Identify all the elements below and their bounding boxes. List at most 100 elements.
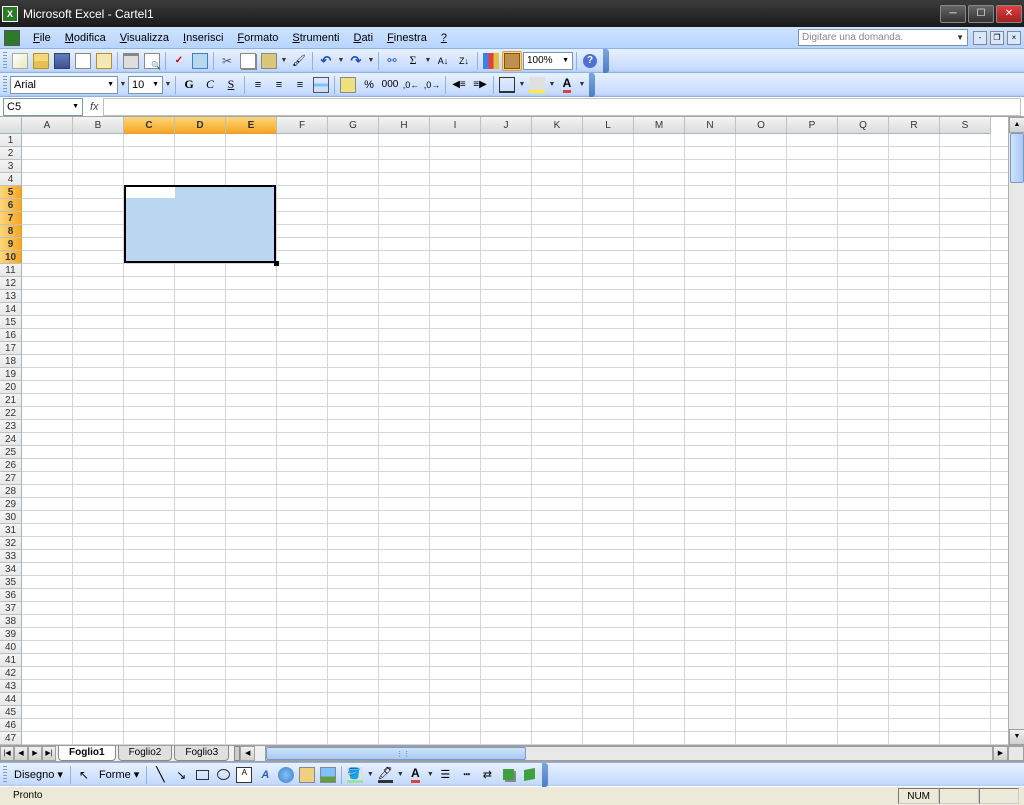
menu-strumenti[interactable]: Strumenti [285,30,346,46]
mdi-restore[interactable]: ❐ [990,31,1004,45]
autoshapes-menu[interactable]: Forme ▾ [95,766,143,783]
col-header-O[interactable]: O [736,117,787,134]
increase-indent-button[interactable]: ≡▶ [470,75,490,95]
3d-button[interactable] [519,765,539,785]
cell-row[interactable] [22,277,1008,290]
menu-visualizza[interactable]: Visualizza [113,30,176,46]
cell-row[interactable] [22,303,1008,316]
row-header-45[interactable]: 45 [0,706,22,719]
underline-button[interactable]: S [221,75,241,95]
menu-finestra[interactable]: Finestra [380,30,434,46]
zoom-box[interactable]: 100%▼ [523,52,573,70]
horizontal-scrollbar[interactable]: ⋮⋮ [265,746,993,761]
autosum-dropdown[interactable]: ▼ [424,57,432,64]
cell-row[interactable] [22,511,1008,524]
row-header-24[interactable]: 24 [0,433,22,446]
insert-picture-button[interactable] [318,765,338,785]
undo-button[interactable]: ↶ [316,51,336,71]
name-box[interactable]: C5▼ [3,98,83,116]
arrow-style-button[interactable]: ⇄ [477,765,497,785]
cell-row[interactable] [22,498,1008,511]
font-color-dropdown[interactable]: ▼ [578,81,586,88]
clipart-button[interactable] [297,765,317,785]
redo-dropdown[interactable]: ▼ [367,57,375,64]
row-header-27[interactable]: 27 [0,472,22,485]
sheet-tab-foglio3[interactable]: Foglio3 [174,746,229,761]
col-header-J[interactable]: J [481,117,532,134]
col-header-I[interactable]: I [430,117,481,134]
print-button[interactable] [121,51,141,71]
hscroll-thumb[interactable]: ⋮⋮ [266,747,526,760]
cell-row[interactable] [22,537,1008,550]
toolbar-endcap-2[interactable] [589,73,595,97]
fx-label[interactable]: fx [90,101,99,113]
toolbar-grip[interactable] [3,52,7,70]
row-header-38[interactable]: 38 [0,615,22,628]
tab-nav-last[interactable]: ▶| [42,746,56,761]
borders-dropdown[interactable]: ▼ [518,81,526,88]
row-header-46[interactable]: 46 [0,719,22,732]
row-header-5[interactable]: 5 [0,186,22,199]
align-right-button[interactable]: ≡ [290,75,310,95]
cell-row[interactable] [22,615,1008,628]
formula-bar[interactable] [103,98,1021,116]
row-header-7[interactable]: 7 [0,212,22,225]
cell-row[interactable] [22,407,1008,420]
oval-button[interactable] [213,765,233,785]
italic-button[interactable]: C [200,75,220,95]
cell-row[interactable] [22,368,1008,381]
drawing-toolbar-toggle[interactable] [502,51,522,71]
cell-row[interactable] [22,550,1008,563]
minimize-button[interactable]: ─ [940,5,966,23]
cell-row[interactable] [22,147,1008,160]
cell-row[interactable] [22,654,1008,667]
col-header-Q[interactable]: Q [838,117,889,134]
tab-nav-next[interactable]: ▶ [28,746,42,761]
cell-row[interactable] [22,706,1008,719]
textbox-button[interactable]: A [234,765,254,785]
col-header-K[interactable]: K [532,117,583,134]
row-header-39[interactable]: 39 [0,628,22,641]
borders-button[interactable] [497,75,517,95]
row-header-37[interactable]: 37 [0,602,22,615]
row-header-31[interactable]: 31 [0,524,22,537]
toolbar-grip-3[interactable] [3,766,7,784]
percent-button[interactable]: % [359,75,379,95]
row-header-19[interactable]: 19 [0,368,22,381]
row-header-12[interactable]: 12 [0,277,22,290]
col-header-M[interactable]: M [634,117,685,134]
cell-row[interactable] [22,342,1008,355]
align-left-button[interactable]: ≡ [248,75,268,95]
cell-row[interactable] [22,433,1008,446]
draw-menu[interactable]: Disegno ▾ [10,766,67,783]
font-name-box[interactable]: Arial▼ [10,76,118,94]
align-center-button[interactable]: ≡ [269,75,289,95]
menu-inserisci[interactable]: Inserisci [176,30,230,46]
fill-color-button[interactable] [527,75,547,95]
cell-row[interactable] [22,381,1008,394]
col-header-S[interactable]: S [940,117,991,134]
close-button[interactable]: ✕ [996,5,1022,23]
permission-button[interactable] [73,51,93,71]
row-header-41[interactable]: 41 [0,654,22,667]
vscroll-thumb[interactable] [1010,133,1024,183]
col-header-F[interactable]: F [277,117,328,134]
row-header-14[interactable]: 14 [0,303,22,316]
cell-row[interactable] [22,472,1008,485]
col-header-A[interactable]: A [22,117,73,134]
row-header-32[interactable]: 32 [0,537,22,550]
line-color-button[interactable]: 🖊 [375,765,395,785]
cell-row[interactable] [22,680,1008,693]
paste-button[interactable] [259,51,279,71]
sort-desc-button[interactable]: Z↓ [454,51,474,71]
row-header-8[interactable]: 8 [0,225,22,238]
increase-decimal-button[interactable]: ,0← [401,75,421,95]
row-header-44[interactable]: 44 [0,693,22,706]
mdi-minimize[interactable]: - [973,31,987,45]
menu-modifica[interactable]: Modifica [58,30,113,46]
hyperlink-button[interactable]: ⚯ [382,51,402,71]
cell-row[interactable] [22,485,1008,498]
cells-area[interactable] [22,134,1008,745]
col-header-B[interactable]: B [73,117,124,134]
col-header-G[interactable]: G [328,117,379,134]
